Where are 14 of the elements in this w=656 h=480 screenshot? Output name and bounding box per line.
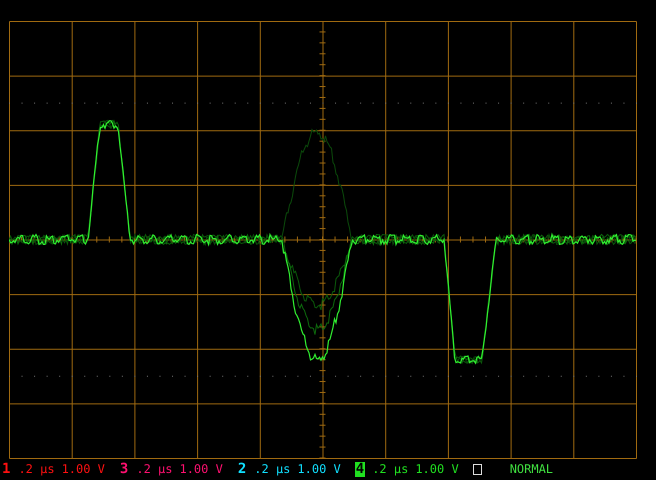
volts-label: 1.00 V xyxy=(179,462,223,476)
channel-number[interactable]: 1 xyxy=(1,462,12,476)
timebase-label: .2 µs xyxy=(136,462,172,476)
timebase-label: .2 µs xyxy=(372,462,408,476)
trigger-mode-label: NORMAL xyxy=(510,462,554,476)
timebase-label: .2 µs xyxy=(254,462,290,476)
volts-label: 1.00 V xyxy=(62,462,105,476)
timebase-label: .2 µs xyxy=(18,462,55,476)
volts-label: 1.00 V xyxy=(415,462,459,476)
channel-number[interactable]: 4 xyxy=(354,462,366,476)
channel-number[interactable]: 3 xyxy=(118,462,130,476)
square-icon xyxy=(472,464,482,474)
volts-label: 1.00 V xyxy=(297,462,341,476)
channel-number[interactable]: 2 xyxy=(236,462,248,476)
